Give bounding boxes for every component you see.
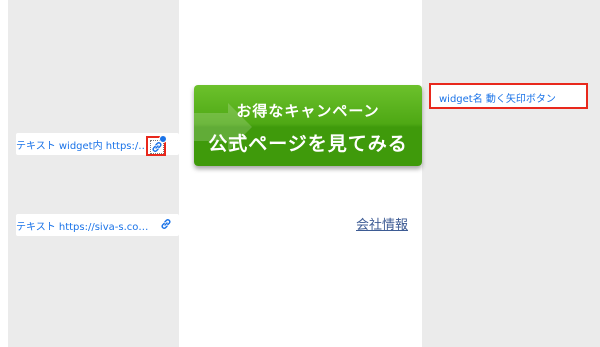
left-panel: テキスト widget内 https://sq… テキスト https://si… bbox=[8, 0, 179, 347]
campaign-cta-button[interactable]: お得なキャンペーン 公式ページを見てみる bbox=[194, 85, 422, 166]
list-item[interactable]: テキスト https://siva-s.com/ bbox=[16, 214, 179, 236]
selected-link-icon-box[interactable] bbox=[146, 135, 167, 156]
link-icon[interactable] bbox=[159, 217, 173, 231]
cta-subtitle: お得なキャンペーン bbox=[236, 102, 380, 120]
widget-name-label[interactable]: widget名 動く矢印ボタン bbox=[429, 83, 588, 109]
widget-name-text: widget名 動く矢印ボタン bbox=[439, 94, 556, 105]
right-panel bbox=[422, 0, 600, 347]
cta-label: 公式ページを見てみる bbox=[208, 133, 408, 155]
edit-dot-icon bbox=[159, 135, 167, 143]
row-link-text: テキスト widget内 https://sq… bbox=[16, 141, 151, 152]
company-info-link[interactable]: 会社情報 bbox=[356, 214, 408, 233]
editor-canvas: テキスト widget内 https://sq… テキスト https://si… bbox=[0, 0, 600, 347]
row-link-text: テキスト https://siva-s.com/ bbox=[16, 222, 151, 233]
